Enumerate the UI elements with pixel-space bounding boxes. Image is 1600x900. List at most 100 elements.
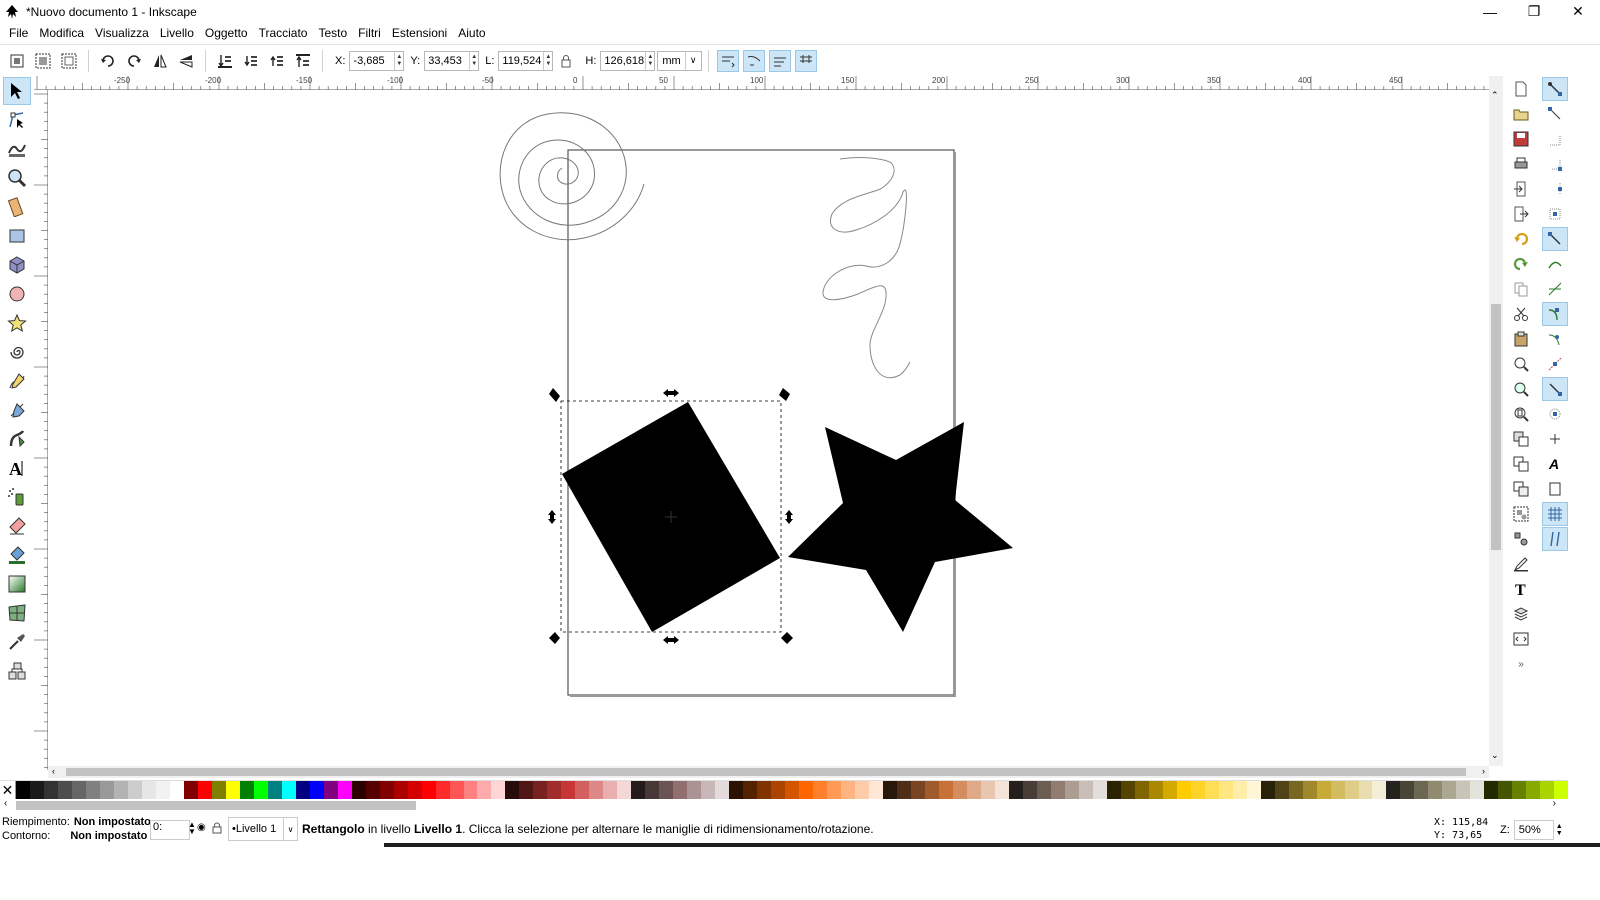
print-icon[interactable] (1508, 152, 1534, 176)
scale-stroke-icon[interactable] (716, 49, 739, 72)
color-swatch[interactable] (16, 781, 30, 799)
color-swatch[interactable] (463, 781, 478, 799)
maximize-button[interactable]: ❐ (1512, 0, 1556, 23)
group-icon[interactable] (1508, 502, 1534, 526)
scroll-right-icon[interactable]: › (1482, 766, 1485, 776)
width-input[interactable] (499, 51, 544, 70)
snap-rotation-center-icon[interactable] (1542, 427, 1568, 451)
opacity-spin-arrows[interactable]: ▲ ▼ (188, 821, 196, 836)
menu-visualizza[interactable]: Visualizza (95, 26, 149, 40)
menu-file[interactable]: File (9, 26, 28, 40)
zoom-spin-arrows[interactable]: ▲ ▼ (1556, 823, 1563, 837)
color-swatch[interactable] (589, 781, 604, 799)
connector-tool[interactable] (3, 657, 31, 685)
paint-bucket-tool[interactable] (3, 541, 31, 569)
menu-filtri[interactable]: Filtri (358, 26, 381, 40)
color-swatch[interactable] (71, 781, 86, 799)
color-swatch[interactable] (295, 781, 310, 799)
clone-icon[interactable] (1508, 452, 1534, 476)
import-icon[interactable] (1508, 177, 1534, 201)
zoom-tool[interactable] (3, 164, 31, 192)
more-commands-icon[interactable]: » (1508, 652, 1534, 676)
text-tool[interactable]: A (3, 454, 31, 482)
color-swatch[interactable] (435, 781, 450, 799)
height-spin-arrows[interactable]: ▲ ▼ (645, 51, 654, 70)
xml-editor-icon[interactable] (1508, 627, 1534, 651)
color-swatch[interactable] (1218, 781, 1233, 799)
color-swatch[interactable] (1358, 781, 1373, 799)
layers-icon[interactable] (1508, 602, 1534, 626)
height-spinbox[interactable]: ▲▼ (600, 50, 656, 71)
fill-stroke-indicator[interactable]: Riempimento: Non impostato Contorno: Non i… (2, 815, 151, 843)
color-swatch[interactable] (183, 781, 198, 799)
color-swatch[interactable] (603, 781, 618, 799)
calligraphy-tool[interactable] (3, 425, 31, 453)
color-swatch[interactable] (309, 781, 324, 799)
flip-vertical-icon[interactable] (175, 50, 197, 72)
menu-livello[interactable]: Livello (160, 26, 194, 40)
color-swatch[interactable] (757, 781, 772, 799)
color-swatch[interactable] (1344, 781, 1359, 799)
color-swatch[interactable] (1106, 781, 1121, 799)
snap-guide-icon[interactable] (1542, 527, 1568, 551)
color-swatch[interactable] (883, 781, 898, 799)
snap-bbox-edge-icon[interactable] (1542, 127, 1568, 151)
dropper-tool[interactable] (3, 628, 31, 656)
color-swatch[interactable] (1022, 781, 1037, 799)
color-swatch[interactable] (169, 781, 184, 799)
color-swatch[interactable] (1498, 781, 1513, 799)
gradient-tool[interactable] (3, 570, 31, 598)
menu-oggetto[interactable]: Oggetto (205, 26, 248, 40)
tweak-tool[interactable] (3, 135, 31, 163)
visibility-eye-icon[interactable]: ◉ (197, 822, 206, 833)
paste-icon[interactable] (1508, 327, 1534, 351)
snap-bbox-corner-icon[interactable] (1542, 152, 1568, 176)
color-swatch[interactable] (337, 781, 352, 799)
color-swatch[interactable] (687, 781, 702, 799)
color-swatch[interactable] (1512, 781, 1527, 799)
color-swatch[interactable] (1078, 781, 1093, 799)
palette-scroll-left-icon[interactable]: ‹ (4, 798, 7, 809)
palette-scrollbar[interactable]: ‹ › (0, 798, 1568, 812)
move-gradients-icon[interactable] (768, 49, 791, 72)
color-swatch[interactable] (1330, 781, 1345, 799)
snap-paths-icon[interactable] (1542, 252, 1568, 276)
snap-smooth-nodes-icon[interactable] (1542, 327, 1568, 351)
color-swatch[interactable] (155, 781, 170, 799)
color-swatch[interactable] (379, 781, 394, 799)
horizontal-scrollbar[interactable]: ‹ › (48, 766, 1489, 778)
color-swatch[interactable] (421, 781, 436, 799)
color-swatch[interactable] (1148, 781, 1163, 799)
ellipse-tool[interactable] (3, 280, 31, 308)
color-swatch[interactable] (43, 781, 58, 799)
color-swatch[interactable] (57, 781, 72, 799)
palette-scroll-thumb[interactable] (16, 801, 416, 810)
vertical-scrollbar[interactable]: ⌃ ⌄ (1489, 76, 1503, 766)
rotate-ccw-icon[interactable] (97, 50, 119, 72)
color-swatch[interactable] (1428, 781, 1443, 799)
color-swatch[interactable] (1092, 781, 1107, 799)
zoom-selection-icon[interactable] (1508, 352, 1534, 376)
color-swatch[interactable] (799, 781, 814, 799)
color-swatch[interactable] (1540, 781, 1555, 799)
palette-scroll-right-icon[interactable]: › (1553, 798, 1556, 809)
color-swatch[interactable] (561, 781, 576, 799)
width-spinbox[interactable]: ▲▼ (498, 50, 554, 71)
color-swatch[interactable] (827, 781, 842, 799)
node-tool[interactable] (3, 106, 31, 134)
raise-icon[interactable] (266, 50, 288, 72)
flip-horizontal-icon[interactable] (149, 50, 171, 72)
color-swatch[interactable] (505, 781, 520, 799)
color-swatch[interactable] (1400, 781, 1415, 799)
color-swatch[interactable] (1274, 781, 1289, 799)
color-swatch[interactable] (1526, 781, 1541, 799)
color-swatch[interactable] (743, 781, 758, 799)
color-swatch[interactable] (994, 781, 1009, 799)
color-swatch[interactable] (938, 781, 953, 799)
text-font-icon[interactable]: T (1508, 577, 1534, 601)
spray-tool[interactable] (3, 483, 31, 511)
color-swatch[interactable] (631, 781, 646, 799)
color-swatch[interactable] (1162, 781, 1177, 799)
color-swatch[interactable] (980, 781, 995, 799)
color-swatch[interactable] (267, 781, 282, 799)
